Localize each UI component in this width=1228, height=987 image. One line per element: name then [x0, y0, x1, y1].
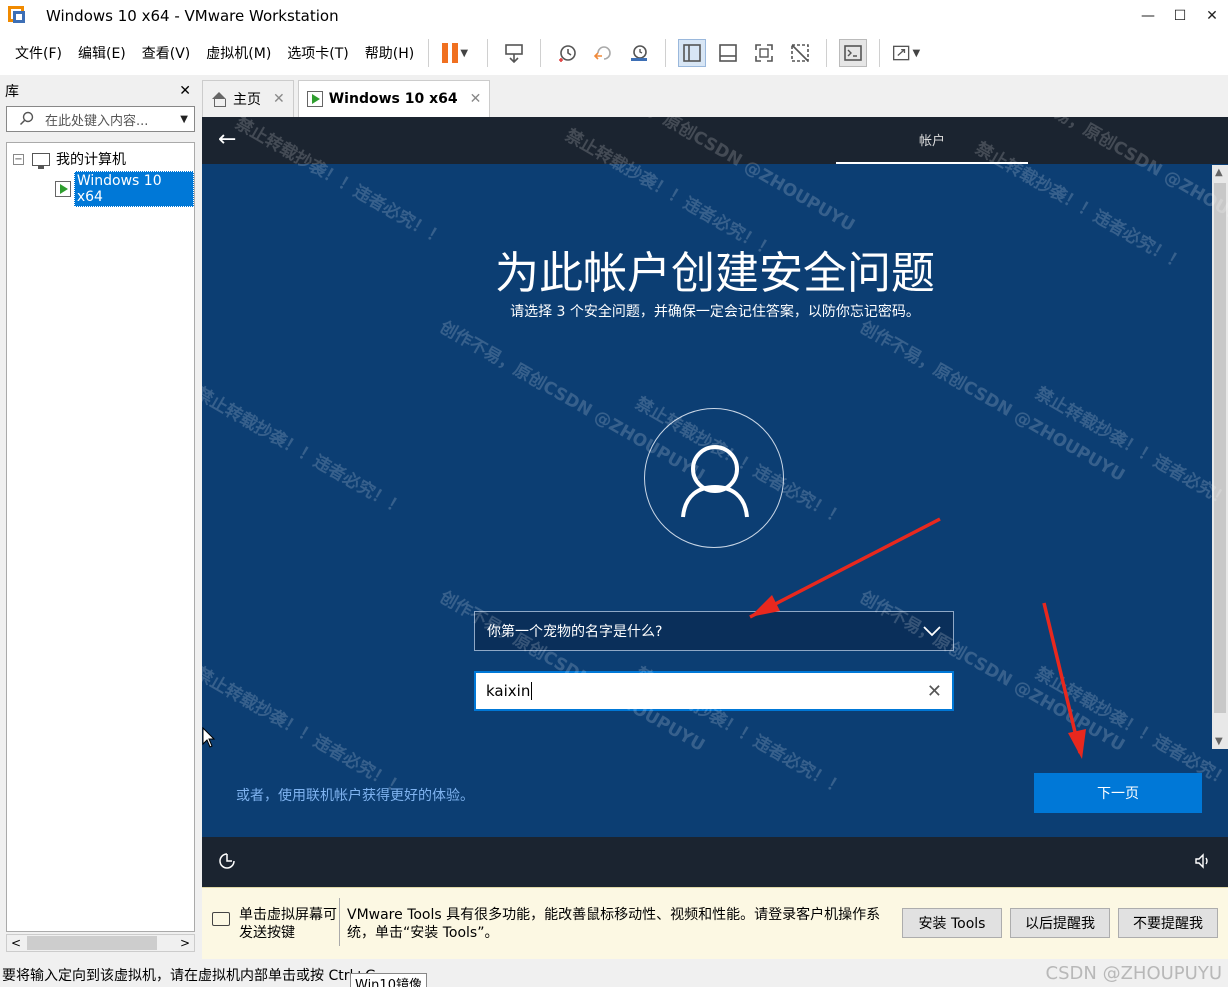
pause-icon: [442, 43, 459, 63]
tab-windows-10[interactable]: Windows 10 x64 ✕: [297, 80, 491, 117]
scroll-right-icon[interactable]: >: [180, 936, 190, 950]
remind-later-button[interactable]: 以后提醒我: [1010, 908, 1110, 938]
csdn-credit: CSDN @ZHOUPUYU: [1045, 963, 1222, 984]
library-horizontal-scrollbar[interactable]: < >: [6, 934, 195, 952]
send-ctrl-alt-del-button[interactable]: [500, 39, 528, 67]
tree-item-my-computer[interactable]: − 我的计算机: [13, 149, 126, 169]
toolbar-divider: [665, 39, 667, 67]
tools-message: VMware Tools 具有很多功能，能改善鼠标移动性、视频和性能。请登录客户…: [347, 907, 881, 941]
scroll-left-icon[interactable]: <: [11, 936, 21, 950]
click-to-send-keys-hint: 单击虚拟屏幕可发送按键: [239, 907, 337, 941]
toolbar-divider: [428, 39, 430, 67]
snapshot-clock-icon: [559, 45, 577, 62]
menu-edit[interactable]: 编辑(E): [78, 43, 126, 63]
tab-label: 主页: [233, 92, 261, 108]
maximize-button[interactable]: ☐: [1164, 0, 1196, 31]
pause-button[interactable]: ▼: [441, 39, 469, 67]
menu-tabs[interactable]: 选项卡(T): [287, 43, 348, 63]
unity-disabled-icon: [791, 44, 810, 62]
toolbar-divider: [540, 39, 542, 67]
scrollbar-thumb[interactable]: [27, 936, 157, 950]
search-icon: [19, 111, 34, 126]
library-layout-icon: [683, 44, 702, 62]
revert-snapshot-button[interactable]: [589, 39, 617, 67]
terminal-icon: [844, 45, 863, 61]
search-placeholder: 在此处键入内容...: [45, 113, 149, 129]
tools-divider: [339, 898, 340, 946]
mouse-pointer-icon: [202, 727, 216, 748]
vm-running-icon: [306, 91, 323, 107]
vmware-logo-icon: [8, 5, 28, 26]
tab-bar: 主页 ✕ Windows 10 x64 ✕: [202, 80, 494, 117]
tab-home[interactable]: 主页 ✕: [202, 80, 294, 117]
ease-of-access-icon[interactable]: [218, 852, 236, 870]
tree-item-label: 我的计算机: [56, 152, 126, 168]
collapse-icon[interactable]: −: [13, 153, 24, 165]
computer-icon: [32, 152, 50, 169]
annotation-arrows: [749, 517, 1086, 759]
keyboard-icon: [212, 912, 230, 926]
search-dropdown-icon[interactable]: ▼: [180, 114, 188, 125]
menu-vm[interactable]: 虚拟机(M): [206, 43, 271, 63]
oobe-footer: [202, 837, 1228, 887]
full-screen-button[interactable]: [750, 39, 778, 67]
snapshot-manager-icon: [631, 45, 648, 61]
title-bar: Windows 10 x64 - VMware Workstation — ☐ …: [0, 0, 1228, 31]
toolbar-divider: [487, 39, 489, 67]
vm-display[interactable]: ← 帐户 ▲ ▼ 为此帐户创建安全问题 请选择 3 个安全问题，并确保一定会记住…: [202, 117, 1228, 887]
tree-item-label: Windows 10 x64: [73, 171, 194, 207]
tooltip: Win10镜像: [350, 973, 427, 987]
revert-clock-icon: [594, 46, 611, 60]
unity-button[interactable]: [786, 39, 814, 67]
install-tools-button[interactable]: 安装 Tools: [902, 908, 1002, 938]
stretch-button[interactable]: ▼: [892, 39, 920, 67]
tab-close-icon[interactable]: ✕: [470, 91, 482, 107]
show-thumbnail-bar-button[interactable]: [714, 39, 742, 67]
library-tree: − 我的计算机 Windows 10 x64: [6, 142, 195, 932]
thumbnail-bar-icon: [719, 44, 738, 62]
snapshot-manager-button[interactable]: [625, 39, 653, 67]
home-icon: [211, 92, 227, 107]
snapshot-button[interactable]: [553, 39, 581, 67]
tree-item-vm[interactable]: Windows 10 x64: [55, 171, 194, 207]
vmware-tools-bar: 单击虚拟屏幕可发送按键 VMware Tools 具有很多功能，能改善鼠标移动性…: [202, 887, 1228, 959]
full-screen-icon: [755, 44, 774, 62]
console-view-button[interactable]: [839, 39, 868, 67]
tab-label: Windows 10 x64: [328, 91, 458, 107]
show-library-button[interactable]: [678, 39, 707, 67]
toolbar-divider: [879, 39, 881, 67]
library-close-icon[interactable]: ✕: [179, 83, 191, 99]
menu-view[interactable]: 查看(V): [142, 43, 191, 63]
library-search-input[interactable]: 在此处键入内容... ▼: [6, 106, 195, 132]
never-remind-button[interactable]: 不要提醒我: [1118, 908, 1218, 938]
toolbar-divider: [826, 39, 828, 67]
minimize-button[interactable]: —: [1132, 0, 1164, 31]
library-panel: 库 ✕ 在此处键入内容... ▼ − 我的计算机 Windows 10 x64 …: [0, 78, 199, 958]
status-message: 要将输入定向到该虚拟机，请在虚拟机内部单击或按 Ctrl+G。: [2, 968, 390, 984]
volume-icon[interactable]: [1194, 852, 1212, 870]
library-title: 库: [5, 84, 19, 100]
status-bar: 要将输入定向到该虚拟机，请在虚拟机内部单击或按 Ctrl+G。 Win10镜像 …: [0, 959, 1228, 987]
stretch-icon: [893, 45, 910, 61]
keyboard-send-icon: [505, 44, 524, 64]
vm-running-icon: [55, 181, 71, 197]
window-title: Windows 10 x64 - VMware Workstation: [46, 6, 339, 25]
close-button[interactable]: ✕: [1196, 0, 1228, 31]
menu-file[interactable]: 文件(F): [15, 43, 62, 63]
menu-help[interactable]: 帮助(H): [365, 43, 414, 63]
menu-bar: 文件(F) 编辑(E) 查看(V) 虚拟机(M) 选项卡(T) 帮助(H) ▼ …: [0, 31, 1228, 75]
tab-close-icon[interactable]: ✕: [273, 91, 285, 107]
